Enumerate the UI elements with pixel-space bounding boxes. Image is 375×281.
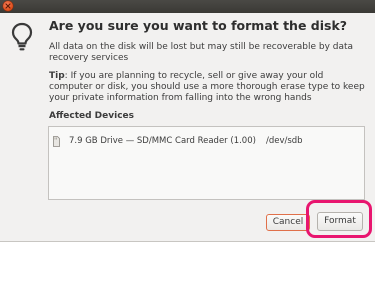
list-item: 7.9 GB Drive — SD/MMC Card Reader (1.00)… (53, 134, 303, 148)
cancel-button[interactable]: Cancel (266, 214, 310, 231)
dialog-heading: Are you sure you want to format the disk… (49, 18, 348, 33)
device-name: 7.9 GB Drive — SD/MMC Card Reader (1.00) (69, 136, 256, 146)
tip-text: Tip: If you are planning to recycle, sel… (49, 71, 367, 104)
tip-label: Tip (49, 71, 65, 81)
title-bar (0, 0, 375, 13)
affected-devices-list: 7.9 GB Drive — SD/MMC Card Reader (1.00)… (48, 126, 365, 200)
dialog-message: All data on the disk will be lost but ma… (49, 42, 354, 63)
lightbulb-icon (11, 22, 33, 52)
tip-body: : If you are planning to recycle, sell o… (49, 71, 365, 103)
format-dialog: Are you sure you want to format the disk… (0, 0, 375, 242)
affected-devices-label: Affected Devices (49, 111, 134, 121)
format-button[interactable]: Format (317, 212, 363, 231)
close-icon[interactable] (3, 1, 13, 11)
sd-card-icon (53, 135, 60, 147)
device-path: /dev/sdb (265, 136, 303, 146)
